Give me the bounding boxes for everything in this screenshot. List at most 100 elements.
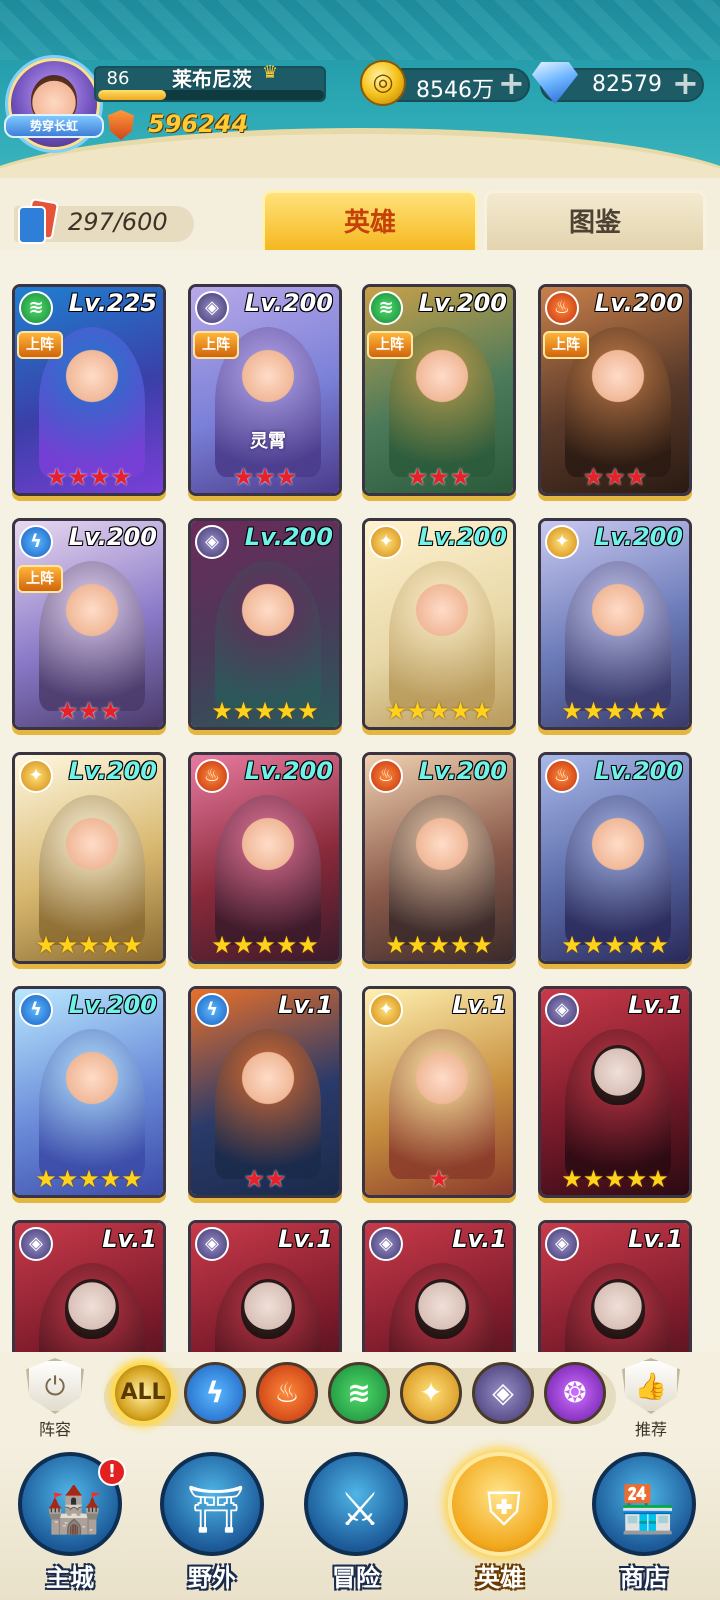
hero-head: [415, 811, 469, 871]
hero-level: Lv.200: [244, 757, 333, 785]
deployed-badge: 上阵: [17, 331, 63, 359]
star-rating: ★★★★★: [211, 697, 319, 725]
nav-circle: ⛩: [160, 1452, 264, 1556]
coin-balance: 8546万: [416, 78, 494, 103]
dark-element-icon: ◈: [545, 1227, 579, 1261]
hero-card[interactable]: ϟ Lv.200 ★★★★★: [12, 986, 166, 1198]
notification-badge: !: [98, 1458, 126, 1486]
nav-label: 野外: [188, 1564, 236, 1592]
lineup-button[interactable]: ⏻ 阵容: [20, 1358, 90, 1439]
wind-element-icon: ≋: [369, 291, 403, 325]
dark-element-icon: ◈: [369, 1227, 403, 1261]
hero-level: Lv.200: [594, 757, 683, 785]
dark-element-icon: ◈: [195, 1227, 229, 1261]
coin-icon: ◎: [360, 60, 406, 106]
hero-level: Lv.200: [68, 757, 157, 785]
fire-element-icon: ♨: [369, 759, 403, 793]
filter-light-icon[interactable]: ✦: [400, 1362, 462, 1424]
nav-heroes[interactable]: ⛨ 英雄: [440, 1452, 560, 1600]
filter-wind-icon[interactable]: ≋: [328, 1362, 390, 1424]
hero-level: Lv.1: [452, 1225, 507, 1253]
hero-head: [415, 1279, 469, 1339]
recommend-button[interactable]: 👍 推荐: [616, 1358, 686, 1439]
add-coins-button[interactable]: +: [498, 66, 525, 100]
avatar-title-ribbon: 势穿长虹: [4, 114, 104, 138]
hero-card[interactable]: ✦ Lv.200 ★★★★★: [362, 518, 516, 730]
player-level: 86: [106, 68, 130, 89]
hero-head: [241, 577, 295, 637]
nav-adventure[interactable]: ⚔ 冒险: [296, 1452, 416, 1600]
hero-head: [241, 811, 295, 871]
shop-icon: 🏪: [619, 1482, 677, 1536]
combat-power: 596244: [148, 110, 249, 138]
tab-heroes[interactable]: 英雄: [262, 190, 478, 250]
hero-card[interactable]: ≋ Lv.200 上阵 ★★★: [362, 284, 516, 496]
portal-icon: ⛩: [186, 1482, 246, 1536]
gem-balance: 82579: [592, 72, 662, 97]
hero-level: Lv.225: [68, 289, 157, 317]
star-rating: ★★★★: [45, 463, 133, 491]
deployed-badge: 上阵: [193, 331, 239, 359]
hero-card[interactable]: ✦ Lv.200 ★★★★★: [12, 752, 166, 964]
sword-icon: ⚔: [339, 1482, 381, 1536]
hero-card[interactable]: ◈ Lv.1 ★★★★★: [538, 986, 692, 1198]
thumbs-up-icon: 👍: [622, 1358, 680, 1414]
filter-arcane-icon[interactable]: ❂: [544, 1362, 606, 1424]
hero-card[interactable]: ≋ Lv.225 上阵 ★★★★: [12, 284, 166, 496]
hero-card[interactable]: ϟ Lv.200 上阵 ★★★: [12, 518, 166, 730]
hero-head: [65, 343, 119, 403]
nav-label: 商店: [620, 1564, 668, 1592]
hero-head: [65, 1279, 119, 1339]
exp-bar-fill: [98, 90, 166, 100]
hero-level: Lv.200: [418, 523, 507, 551]
hero-head: [65, 1045, 119, 1105]
hero-card[interactable]: ◈ Lv.1: [362, 1220, 516, 1360]
hero-head: [65, 811, 119, 871]
hero-card[interactable]: ✦ Lv.200 ★★★★★: [538, 518, 692, 730]
filter-water-icon[interactable]: ϟ: [184, 1362, 246, 1424]
filter-all-button[interactable]: ALL: [112, 1362, 174, 1424]
hero-card[interactable]: ♨ Lv.200 上阵 ★★★: [538, 284, 692, 496]
hero-card[interactable]: ◈ Lv.200 上阵 灵霄 ★★★: [188, 284, 342, 496]
hero-level: Lv.200: [418, 757, 507, 785]
hero-card[interactable]: ♨ Lv.200 ★★★★★: [538, 752, 692, 964]
castle-icon: 🏰: [45, 1482, 103, 1536]
hero-card[interactable]: ◈ Lv.1: [538, 1220, 692, 1360]
star-rating: ★★★★★: [35, 1165, 143, 1193]
hero-head: [65, 577, 119, 637]
star-rating: ★★★★★: [561, 1165, 669, 1193]
hero-card[interactable]: ✦ Lv.1 ★: [362, 986, 516, 1198]
star-rating: ★: [428, 1165, 450, 1193]
filter-dark-icon[interactable]: ◈: [472, 1362, 534, 1424]
hero-card[interactable]: ◈ Lv.200 ★★★★★: [188, 518, 342, 730]
dark-element-icon: ◈: [19, 1227, 53, 1261]
hero-card[interactable]: ♨ Lv.200 ★★★★★: [362, 752, 516, 964]
hero-card[interactable]: ♨ Lv.200 ★★★★★: [188, 752, 342, 964]
light-element-icon: ✦: [369, 993, 403, 1027]
hero-card[interactable]: ◈ Lv.1: [188, 1220, 342, 1360]
star-rating: ★★★★★: [561, 931, 669, 959]
hero-head: [591, 811, 645, 871]
hero-card[interactable]: ϟ Lv.1 ★★: [188, 986, 342, 1198]
hero-head: [591, 1279, 645, 1339]
filter-fire-icon[interactable]: ♨: [256, 1362, 318, 1424]
wind-element-icon: ≋: [19, 291, 53, 325]
tab-illustrated-book[interactable]: 图鉴: [484, 190, 706, 250]
nav-shop[interactable]: 🏪 商店: [584, 1452, 704, 1600]
star-rating: ★★★★★: [35, 931, 143, 959]
star-rating: ★★★: [582, 463, 648, 491]
hero-head: [241, 343, 295, 403]
hero-head: [241, 1045, 295, 1105]
nav-wild[interactable]: ⛩ 野外: [152, 1452, 272, 1600]
add-gems-button[interactable]: +: [672, 66, 699, 100]
water-element-icon: ϟ: [195, 993, 229, 1027]
hero-card[interactable]: ◈ Lv.1: [12, 1220, 166, 1360]
hero-level: Lv.200: [68, 523, 157, 551]
hero-head: [415, 1045, 469, 1105]
nav-main-city[interactable]: 🏰 ! 主城: [10, 1452, 130, 1600]
nav-label: 主城: [46, 1564, 94, 1592]
hero-head: [591, 343, 645, 403]
dark-element-icon: ◈: [195, 525, 229, 559]
star-rating: ★★★: [406, 463, 472, 491]
nav-label: 冒险: [332, 1564, 380, 1592]
